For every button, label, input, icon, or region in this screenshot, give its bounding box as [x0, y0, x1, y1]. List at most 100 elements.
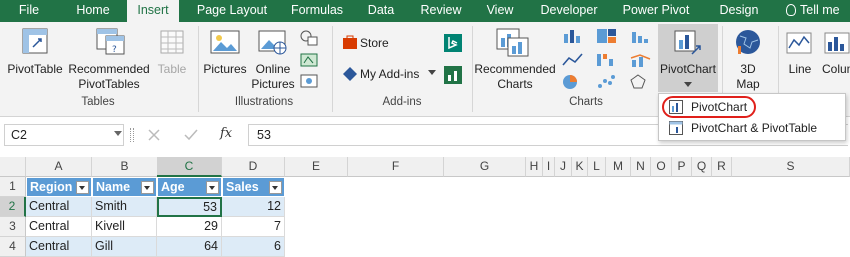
table-cell[interactable]: Central: [26, 197, 92, 217]
filter-dropdown-icon[interactable]: [76, 181, 89, 194]
scatter-chart-icon[interactable]: [596, 74, 618, 90]
column-sparkline-button[interactable]: Colum: [822, 62, 850, 77]
store-icon: [343, 35, 357, 49]
column-header[interactable]: G: [444, 157, 526, 177]
tab-review[interactable]: Review: [412, 0, 470, 22]
3d-map-button[interactable]: 3D Map: [726, 62, 770, 92]
tell-me-search[interactable]: Tell me: [786, 0, 850, 22]
my-addins-button[interactable]: My Add-ins: [360, 67, 419, 82]
table-header-cell[interactable]: Name: [92, 177, 157, 197]
my-addins-dropdown-icon[interactable]: [428, 70, 436, 76]
column-header[interactable]: B: [92, 157, 158, 177]
select-all-corner[interactable]: [0, 157, 26, 177]
recommended-pivottables-button[interactable]: Recommended PivotTables: [66, 62, 152, 92]
waterfall-chart-icon[interactable]: [596, 52, 618, 68]
active-cell[interactable]: 53: [157, 197, 222, 217]
tab-insert[interactable]: Insert: [127, 0, 179, 22]
statistic-chart-icon[interactable]: [630, 28, 652, 44]
formula-bar-grip[interactable]: [130, 128, 134, 142]
table-cell[interactable]: Central: [26, 217, 92, 237]
tab-design[interactable]: Design: [708, 0, 770, 22]
row-header[interactable]: 1: [0, 177, 26, 197]
table-cell[interactable]: 12: [222, 197, 285, 217]
insert-function-button[interactable]: fx: [220, 126, 232, 141]
hierarchy-chart-icon[interactable]: [596, 28, 618, 44]
tab-home[interactable]: Home: [64, 0, 122, 22]
cancel-icon[interactable]: [148, 129, 160, 141]
ribbon-tab-bar: File Home Insert Page Layout Formulas Da…: [0, 0, 850, 22]
3d-map-label-2: Map: [736, 77, 760, 91]
column-chart-icon[interactable]: [562, 28, 584, 44]
3d-map-label-1: 3D: [740, 62, 756, 76]
group-label-addins: Add-ins: [382, 96, 422, 108]
column-header[interactable]: F: [348, 157, 444, 177]
screenshot-icon: [300, 74, 318, 88]
table-header-cell[interactable]: Age: [157, 177, 222, 197]
people-graph-icon[interactable]: [444, 66, 462, 84]
column-header[interactable]: K: [572, 157, 588, 177]
line-chart-icon[interactable]: [562, 52, 584, 68]
tab-power-pivot[interactable]: Power Pivot: [614, 0, 698, 22]
column-header[interactable]: P: [672, 157, 692, 177]
tab-view[interactable]: View: [478, 0, 522, 22]
table-button[interactable]: Table: [152, 62, 192, 77]
bing-icon[interactable]: [444, 34, 462, 52]
pivotchart-button[interactable]: PivotChart: [658, 62, 718, 77]
tab-developer[interactable]: Developer: [532, 0, 606, 22]
online-pictures-button[interactable]: Online Pictures: [248, 62, 298, 92]
pivottable-button[interactable]: PivotTable: [4, 62, 66, 77]
column-header[interactable]: N: [631, 157, 651, 177]
table-cell[interactable]: Smith: [92, 197, 157, 217]
recommended-charts-button[interactable]: Recommended Charts: [474, 62, 556, 92]
tab-formulas[interactable]: Formulas: [282, 0, 352, 22]
pivottable-icon: [22, 28, 48, 54]
table-cell[interactable]: 64: [157, 237, 222, 257]
table-cell[interactable]: 7: [222, 217, 285, 237]
column-header[interactable]: O: [651, 157, 672, 177]
row-header[interactable]: 3: [0, 217, 26, 237]
line-sparkline-button[interactable]: Line: [782, 62, 818, 77]
column-header[interactable]: A: [26, 157, 92, 177]
column-header[interactable]: R: [712, 157, 732, 177]
column-header[interactable]: Q: [692, 157, 712, 177]
column-header[interactable]: L: [588, 157, 606, 177]
table-cell[interactable]: Gill: [92, 237, 157, 257]
pie-chart-icon[interactable]: [562, 74, 584, 90]
column-header[interactable]: M: [606, 157, 631, 177]
table-cell[interactable]: 6: [222, 237, 285, 257]
column-header[interactable]: H: [526, 157, 543, 177]
column-header[interactable]: I: [543, 157, 555, 177]
menu-item-pivotchart-and-pivottable[interactable]: PivotChart & PivotTable: [663, 118, 841, 138]
pivotchart-dropdown-icon[interactable]: [684, 82, 692, 87]
online-pictures-icon: [258, 30, 287, 55]
table-cell[interactable]: Kivell: [92, 217, 157, 237]
online-pictures-label-1: Online: [255, 62, 291, 76]
table-header-cell[interactable]: Sales: [222, 177, 285, 197]
tab-page-layout[interactable]: Page Layout: [188, 0, 276, 22]
enter-checkmark-icon[interactable]: [184, 129, 198, 141]
3d-map-icon: [736, 30, 760, 54]
combo-chart-icon[interactable]: [630, 52, 652, 68]
header-label: Name: [96, 180, 131, 194]
group-label-illustrations: Illustrations: [234, 96, 294, 108]
table-cell[interactable]: 29: [157, 217, 222, 237]
table-cell[interactable]: Central: [26, 237, 92, 257]
column-header-selected[interactable]: C: [157, 157, 222, 177]
filter-dropdown-icon[interactable]: [206, 181, 219, 194]
name-box-dropdown-icon[interactable]: [114, 131, 122, 136]
filter-dropdown-icon[interactable]: [269, 181, 282, 194]
column-header[interactable]: D: [222, 157, 285, 177]
tab-file[interactable]: File: [0, 0, 58, 22]
pictures-button[interactable]: Pictures: [202, 62, 248, 77]
column-header[interactable]: S: [732, 157, 850, 177]
row-header[interactable]: 4: [0, 237, 26, 257]
column-header[interactable]: E: [285, 157, 348, 177]
tab-data[interactable]: Data: [358, 0, 404, 22]
store-button[interactable]: Store: [360, 36, 389, 51]
name-box[interactable]: C2: [4, 124, 124, 146]
row-header-selected[interactable]: 2: [0, 197, 26, 217]
column-header[interactable]: J: [555, 157, 572, 177]
table-header-cell[interactable]: Region: [26, 177, 92, 197]
radar-chart-icon[interactable]: [630, 74, 652, 90]
filter-dropdown-icon[interactable]: [141, 181, 154, 194]
